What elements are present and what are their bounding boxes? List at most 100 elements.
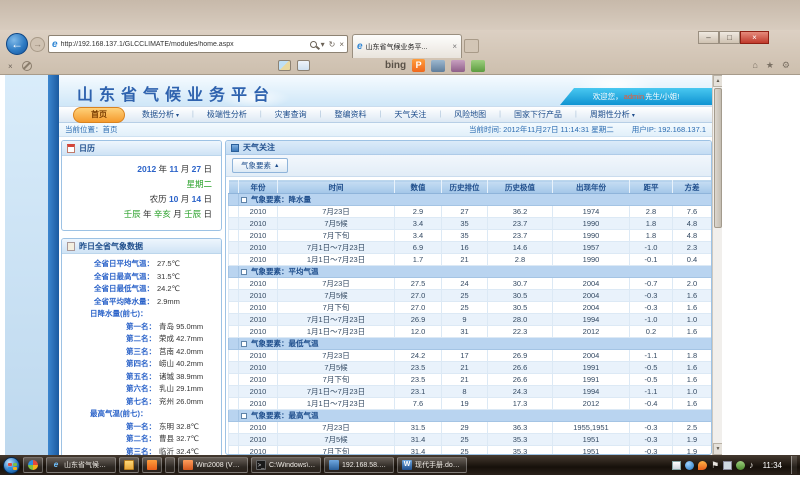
calendar-text-segment: 2012: [137, 164, 156, 174]
collapse-checkbox[interactable]: [241, 269, 247, 275]
group-row[interactable]: 气象要素：最低气温: [229, 338, 712, 350]
group-row[interactable]: 气象要素：平均气温: [229, 266, 712, 278]
forward-button[interactable]: →: [30, 37, 45, 52]
collapse-checkbox[interactable]: [241, 197, 247, 203]
table-cell: 35.3: [488, 446, 553, 456]
address-bar[interactable]: e http://192.168.137.1/GLCCLIMATE/module…: [48, 35, 348, 53]
nav-item-3[interactable]: 极端性分析: [194, 109, 260, 120]
table-wrap: 年份时间数值历史排位历史极值出现年份距平方差 气象要素：降水量20107月23日…: [226, 177, 711, 455]
nav-item-5[interactable]: 整编资料: [322, 109, 380, 120]
column-header: 年份: [239, 181, 278, 194]
folder-icon: [124, 460, 134, 470]
table-cell: 23.1: [395, 386, 442, 398]
taskbar-item-9[interactable]: W现代手册.docx ...: [397, 457, 467, 473]
refresh-icon[interactable]: ↻: [329, 40, 336, 49]
table-row: 20107月23日2.92736.219742.87.6: [229, 206, 712, 218]
taskbar-clock[interactable]: 11:34: [763, 461, 782, 470]
star-icon[interactable]: ★: [766, 60, 774, 71]
grid-toolbar: 气象要素 ▲: [226, 155, 711, 177]
new-tab-button[interactable]: [464, 39, 479, 53]
calendar-weekday: 星期二: [71, 177, 212, 192]
search-icon[interactable]: [310, 41, 317, 48]
flag-tray-icon[interactable]: ⚑: [711, 461, 719, 470]
nav-item-7[interactable]: 风险地图: [441, 109, 499, 120]
scrollbar-thumb[interactable]: [714, 88, 722, 228]
stat-label: 全省日最低气温：: [66, 283, 154, 296]
address-bar-icons: ▾ ↻ ×: [310, 40, 344, 49]
nav-item-6[interactable]: 天气关注: [381, 109, 439, 120]
table-cell: 1月1日～7月23日: [278, 398, 395, 410]
group-row[interactable]: 气象要素：降水量: [229, 194, 712, 206]
nav-item-1[interactable]: 首页: [73, 107, 125, 123]
page-scrollbar[interactable]: ▲ ▼: [712, 75, 722, 455]
taskbar-item-6[interactable]: Win2008 (V52...: [178, 457, 248, 473]
browser-tab[interactable]: e 山东省气候业务平... ×: [352, 34, 462, 58]
minimize-button[interactable]: –: [698, 31, 719, 44]
search-provider-icon[interactable]: P: [412, 59, 425, 72]
show-desktop-button[interactable]: [791, 456, 797, 474]
maximize-button[interactable]: □: [719, 31, 740, 44]
rank-label: 第三名：: [66, 446, 156, 456]
nav-item-9[interactable]: 周期性分析▾: [577, 109, 648, 120]
rank-value: 乳山 29.1mm: [159, 383, 203, 396]
table-cell: 6.9: [395, 242, 442, 254]
table-cell: 2010: [239, 290, 278, 302]
task-label: Win2008 (V52...: [196, 462, 243, 469]
table-cell: -0.1: [630, 254, 673, 266]
flame-tray-icon[interactable]: [698, 461, 707, 470]
taskbar-item-5[interactable]: [165, 457, 175, 473]
calendar-text-segment: 年: [156, 164, 169, 174]
start-button[interactable]: [3, 457, 20, 474]
nav-item-2[interactable]: 数据分析▾: [129, 109, 192, 120]
status-right: 当前时间: 2012年11月27日 11:14:31 星期二 用户IP: 192…: [469, 124, 706, 135]
extension-icon-2[interactable]: [451, 60, 465, 72]
table-cell: 28.0: [488, 314, 553, 326]
speaker-tray-icon[interactable]: ♪: [749, 461, 754, 470]
collapse-checkbox[interactable]: [241, 341, 247, 347]
nav-item-4[interactable]: 灾害查询: [262, 109, 320, 120]
update-tray-icon[interactable]: [736, 461, 745, 470]
table-cell: 2.0: [673, 278, 712, 290]
element-filter-button[interactable]: 气象要素 ▲: [232, 158, 288, 173]
nav-item-8[interactable]: 国家下行产品: [501, 109, 575, 120]
group-row[interactable]: 气象要素：最高气温: [229, 410, 712, 422]
taskbar-item-4[interactable]: [142, 457, 162, 473]
task-label: 192.168.58.99...: [342, 462, 389, 469]
addon-bar-close-icon[interactable]: ×: [8, 62, 13, 71]
tab-close-icon[interactable]: ×: [452, 42, 457, 51]
back-button[interactable]: ←: [6, 33, 28, 55]
net-tray-icon[interactable]: [723, 461, 732, 470]
ranking-row: 第四名：崂山 40.2mm: [66, 358, 217, 371]
sphere-tray-icon[interactable]: [685, 461, 694, 470]
extension-icon-3[interactable]: [471, 60, 485, 72]
gear-icon[interactable]: ⚙: [782, 60, 790, 71]
taskbar-item-1[interactable]: [23, 457, 43, 473]
table-row: 20101月1日～7月23日12.03122.320120.21.6: [229, 326, 712, 338]
welcome-banner: 欢迎您， admin 先生/小姐!: [560, 88, 712, 105]
taskbar-item-7[interactable]: >_C:\Windows\s...: [251, 457, 321, 473]
table-cell: 17.3: [488, 398, 553, 410]
stat-value: 24.2℃: [157, 283, 180, 296]
grid-tray-icon[interactable]: [672, 461, 681, 470]
home-icon[interactable]: ⌂: [752, 60, 757, 71]
taskbar-item-2[interactable]: e山东省气候业...: [46, 457, 116, 473]
bing-logo[interactable]: bing: [385, 60, 406, 71]
taskbar-item-8[interactable]: 192.168.58.99...: [324, 457, 394, 473]
row-select-cell: [229, 386, 239, 398]
image-tool-icon[interactable]: [278, 60, 291, 71]
table-row: 20107月23日31.52936.31955,1951-0.32.5: [229, 422, 712, 434]
blocked-icon[interactable]: [22, 61, 32, 71]
scroll-up-icon[interactable]: ▲: [713, 75, 722, 87]
extension-icon-1[interactable]: [431, 60, 445, 72]
scroll-down-icon[interactable]: ▼: [713, 443, 722, 455]
mail-tool-icon[interactable]: [297, 60, 310, 71]
collapse-checkbox[interactable]: [241, 413, 247, 419]
stop-icon[interactable]: ×: [339, 40, 344, 49]
table-cell: 24: [442, 278, 488, 290]
chevron-down-icon[interactable]: ▾: [321, 40, 325, 49]
taskbar-item-3[interactable]: [119, 457, 139, 473]
table-cell: 1991: [553, 362, 630, 374]
close-button[interactable]: ×: [740, 31, 769, 44]
calendar-icon: [67, 144, 75, 153]
rank-value: 诸城 38.9mm: [159, 371, 203, 384]
